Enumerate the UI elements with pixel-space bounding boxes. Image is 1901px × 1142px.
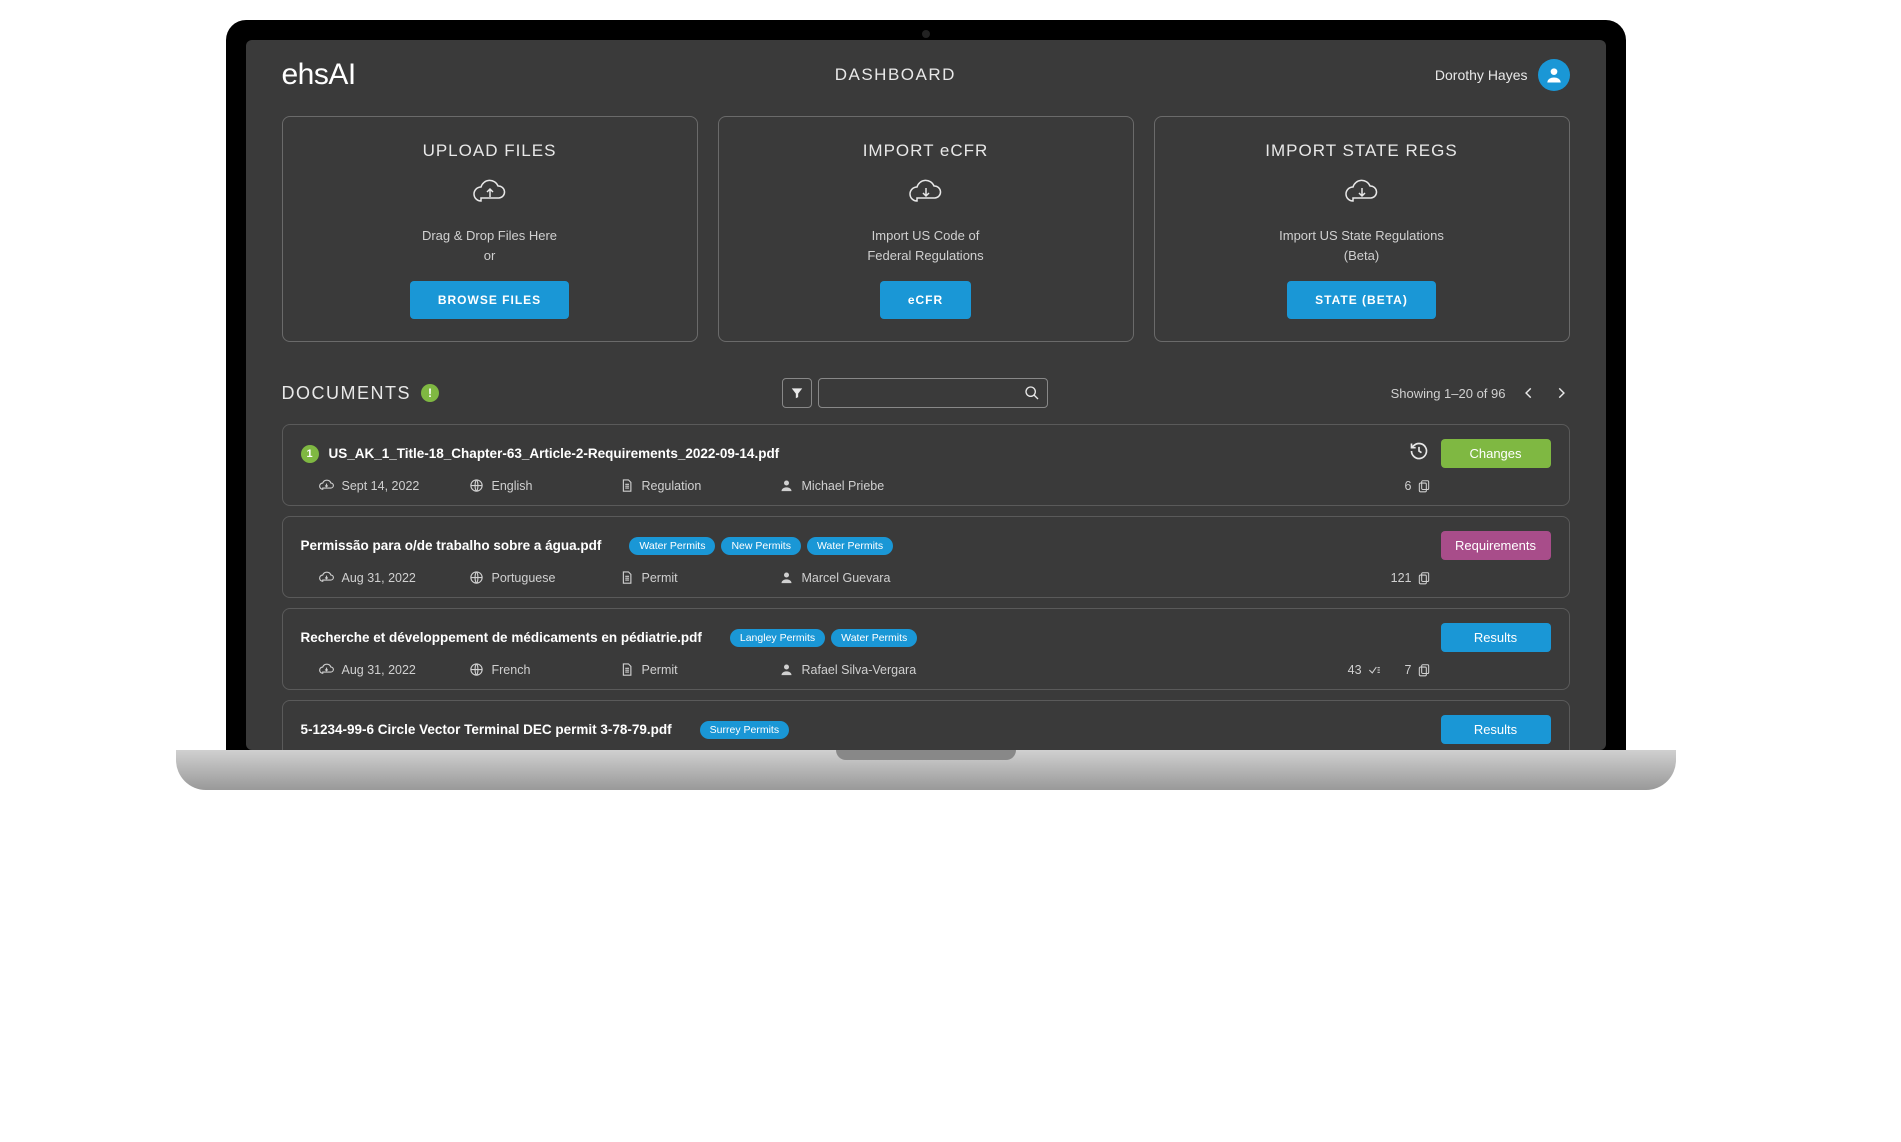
copies-count: 121 [1391,571,1431,585]
meta-counts: 121 [1391,571,1551,585]
row-alert-badge: 1 [301,445,319,463]
meta-type: Permit [619,570,779,585]
document-tag[interactable]: Water Permits [629,537,715,555]
avatar[interactable] [1538,59,1570,91]
brand-logo: ehsAI [282,58,356,92]
upload-title: UPLOAD FILES [303,141,677,161]
document-filename: Recherche et développement de médicament… [301,630,702,645]
user-name: Dorothy Hayes [1435,67,1528,83]
document-filename: US_AK_1_Title-18_Chapter-63_Article-2-Re… [329,446,780,461]
meta-language: French [469,662,619,677]
pagination: Showing 1–20 of 96 [1391,384,1570,402]
meta-owner: Marcel Guevara [779,570,989,585]
meta-type: Regulation [619,478,779,493]
cloud-upload-icon [303,179,677,212]
tags-wrap: Surrey Permits [700,721,1429,739]
row-action-button[interactable]: Requirements [1441,531,1551,560]
state-title: IMPORT STATE REGS [1175,141,1549,161]
brand-text: ehsAI [282,58,356,91]
chevron-left-icon [1522,386,1536,400]
prev-page-button[interactable] [1520,384,1538,402]
meta-counts: 43 7 [1348,663,1551,677]
import-cards: UPLOAD FILES Drag & Drop Files Here or B… [282,116,1570,342]
state-button[interactable]: STATE (BETA) [1287,281,1436,319]
document-row[interactable]: 5-1234-99-6 Circle Vector Terminal DEC p… [282,700,1570,750]
alert-badge[interactable]: ! [421,384,439,402]
document-tag[interactable]: Surrey Permits [700,721,789,739]
ecfr-card[interactable]: IMPORT eCFR Import US Code of Federal Re… [718,116,1134,342]
documents-header: DOCUMENTS ! Showing 1–20 of 96 [282,378,1570,408]
row-action-button[interactable]: Changes [1441,439,1551,468]
document-filename: 5-1234-99-6 Circle Vector Terminal DEC p… [301,722,672,737]
checks-count: 43 [1348,663,1381,677]
ecfr-title: IMPORT eCFR [739,141,1113,161]
document-row[interactable]: Recherche et développement de médicament… [282,608,1570,690]
cloud-download-icon [1175,179,1549,212]
history-icon[interactable] [1409,441,1429,466]
documents-heading: DOCUMENTS [282,383,412,404]
app-screen: ehsAI DASHBOARD Dorothy Hayes UPLOAD FIL… [246,40,1606,750]
meta-date: Sept 14, 2022 [319,478,469,493]
next-page-button[interactable] [1552,384,1570,402]
meta-language: Portuguese [469,570,619,585]
document-list: 1 US_AK_1_Title-18_Chapter-63_Article-2-… [282,424,1570,750]
document-tag[interactable]: New Permits [721,537,801,555]
meta-owner: Rafael Silva-Vergara [779,662,989,677]
showing-text: Showing 1–20 of 96 [1391,386,1506,401]
tags-wrap: Water Permits New Permits Water Permits [629,537,1428,555]
user-icon [1544,65,1564,85]
header: ehsAI DASHBOARD Dorothy Hayes [246,40,1606,104]
filter-button[interactable] [782,378,812,408]
state-desc: Import US State Regulations (Beta) [1175,226,1549,265]
copies-count: 6 [1405,479,1431,493]
document-tag[interactable]: Langley Permits [730,629,825,647]
state-card[interactable]: IMPORT STATE REGS Import US State Regula… [1154,116,1570,342]
meta-owner: Michael Priebe [779,478,989,493]
tags-wrap: Langley Permits Water Permits [730,629,1429,647]
document-tag[interactable]: Water Permits [831,629,917,647]
meta-date: Aug 31, 2022 [319,570,469,585]
row-action-button[interactable]: Results [1441,715,1551,744]
ecfr-desc: Import US Code of Federal Regulations [739,226,1113,265]
funnel-icon [790,386,804,400]
row-action-button[interactable]: Results [1441,623,1551,652]
ecfr-button[interactable]: eCFR [880,281,971,319]
meta-language: English [469,478,619,493]
chevron-right-icon [1554,386,1568,400]
document-row[interactable]: 1 US_AK_1_Title-18_Chapter-63_Article-2-… [282,424,1570,506]
search-input[interactable] [818,378,1048,408]
copies-count: 7 [1405,663,1431,677]
cloud-download-icon [739,179,1113,212]
document-filename: Permissão para o/de trabalho sobre a águ… [301,538,602,553]
browse-files-button[interactable]: BROWSE FILES [410,281,569,319]
meta-date: Aug 31, 2022 [319,662,469,677]
upload-desc: Drag & Drop Files Here or [303,226,677,265]
document-tag[interactable]: Water Permits [807,537,893,555]
document-row[interactable]: Permissão para o/de trabalho sobre a águ… [282,516,1570,598]
upload-card[interactable]: UPLOAD FILES Drag & Drop Files Here or B… [282,116,698,342]
page-title: DASHBOARD [835,65,956,85]
meta-counts: 6 [1405,479,1551,493]
meta-type: Permit [619,662,779,677]
user-menu[interactable]: Dorothy Hayes [1435,59,1570,91]
